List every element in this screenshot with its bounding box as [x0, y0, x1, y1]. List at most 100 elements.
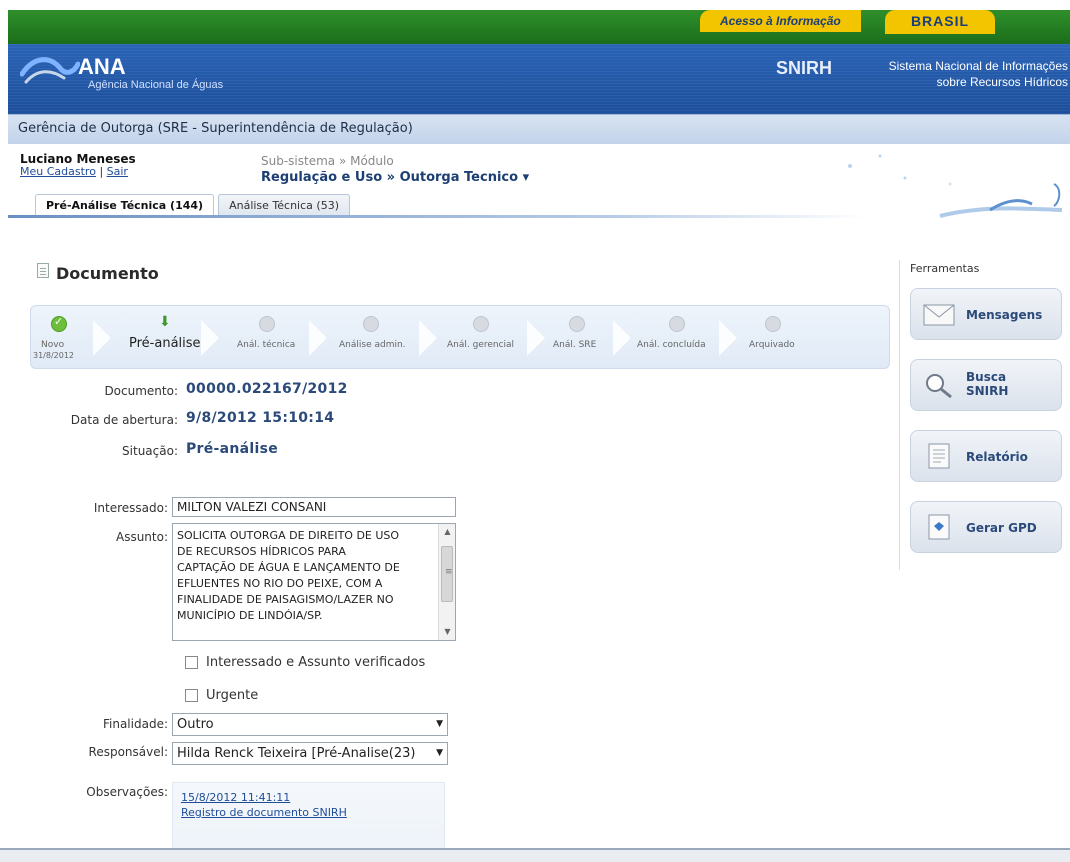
gerar-gpd-button[interactable]: Gerar GPD [910, 501, 1062, 553]
scroll-thumb[interactable]: ≡ [441, 546, 453, 602]
busca-snirh-button[interactable]: Busca SNIRH [910, 359, 1062, 411]
busca-label-line1: Busca [966, 370, 1007, 384]
access-info-link[interactable]: Acesso à Informação [700, 10, 861, 32]
tools-title: Ferramentas [910, 262, 980, 275]
user-links: Meu Cadastro | Sair [20, 165, 128, 178]
step-pending-icon [765, 316, 781, 332]
snirh-text: Sistema Nacional de Informações sobre Re… [853, 58, 1068, 90]
scroll-up-icon[interactable]: ▲ [439, 524, 456, 540]
step-label: Anál. concluída [637, 340, 706, 350]
workflow-progress: Novo 31/8/2012 ⬇ Pré-análise Anál. técni… [30, 305, 890, 369]
assunto-line: DE RECURSOS HÍDRICOS PARA [177, 545, 346, 558]
ana-brand-sub: Agência Nacional de Águas [88, 79, 224, 91]
step-done-icon [51, 315, 67, 332]
tab-analise-tecnica[interactable]: Análise Técnica (53) [218, 194, 350, 216]
finalidade-select[interactable]: Outro ▼ [172, 713, 448, 736]
step-anal-gerencial: Anál. gerencial [447, 306, 531, 370]
data-abertura-value: 9/8/2012 15:10:14 [186, 410, 335, 426]
profile-link[interactable]: Meu Cadastro [20, 165, 96, 178]
step-date: 31/8/2012 [33, 351, 75, 360]
logout-link[interactable]: Sair [107, 165, 128, 178]
step-label: Pré-análise [129, 336, 201, 351]
urgente-label: Urgente [206, 688, 259, 703]
assunto-line: MUNICÍPIO DE LINDÓIA/SP. [177, 609, 323, 622]
step-anal-sre: Anál. SRE [553, 306, 603, 370]
step-arquivado: Arquivado [745, 306, 805, 370]
finalidade-label: Finalidade: [102, 717, 168, 731]
page-title: Documento [56, 264, 159, 283]
chevron-down-icon: ▼ [436, 748, 443, 758]
gpd-icon [928, 514, 950, 540]
section-band: Gerência de Outorga (SRE - Superintendên… [8, 114, 1070, 144]
step-pending-icon [363, 316, 379, 332]
obs-text-link[interactable]: Registro de documento SNIRH [181, 806, 347, 819]
tab-underline [8, 215, 868, 218]
ana-wave-icon [20, 57, 80, 84]
ana-header: ANA Agência Nacional de Águas SNIRH Sist… [8, 44, 1070, 114]
step-pending-icon [259, 316, 275, 332]
verificados-checkbox[interactable] [185, 656, 198, 669]
assunto-line: SOLICITA OUTORGA DE DIREITO DE USO [177, 529, 400, 542]
step-chevron [527, 314, 555, 362]
data-abertura-label: Data de abertura: [70, 413, 178, 427]
step-chevron [201, 314, 229, 362]
step-pending-icon [669, 316, 685, 332]
step-label: Anál. técnica [237, 340, 296, 350]
assunto-scrollbar[interactable]: ▲ ≡ ▼ [438, 524, 455, 640]
situacao-value: Pré-análise [186, 441, 279, 457]
user-name: Luciano Meneses [20, 152, 136, 166]
verificados-row: Interessado e Assunto verificados [185, 655, 425, 670]
step-label: Novo [41, 340, 65, 350]
obs-date-link[interactable]: 15/8/2012 11:41:11 [181, 791, 290, 804]
sidebar-divider [899, 260, 900, 570]
mensagens-button[interactable]: Mensagens [910, 288, 1062, 340]
documento-label: Documento: [104, 384, 178, 398]
breadcrumb-label: Sub-sistema » Módulo [261, 154, 394, 168]
step-chevron [93, 314, 121, 362]
relatorio-label: Relatório [966, 450, 1028, 464]
gerar-gpd-label: Gerar GPD [966, 521, 1037, 535]
scroll-down-icon[interactable]: ▼ [439, 624, 456, 640]
urgente-row: Urgente [185, 688, 258, 703]
responsavel-select[interactable]: Hilda Renck Teixeira [Pré-Analise(23) ▼ [172, 742, 448, 765]
documento-value: 00000.022167/2012 [186, 381, 348, 397]
step-pending-icon [569, 316, 585, 332]
search-icon [926, 374, 952, 398]
step-label: Anál. SRE [553, 340, 597, 350]
assunto-line: EFLUENTES NO RIO DO PEIXE, COM A [177, 577, 383, 590]
arrow-down-icon: ⬇ [159, 314, 171, 330]
step-chevron [309, 314, 337, 362]
busca-label-line2: SNIRH [966, 384, 1009, 398]
observacoes-box: 15/8/2012 11:41:11 Registro de documento… [172, 782, 445, 852]
ana-brand[interactable]: ANA [78, 54, 126, 80]
brasil-link[interactable]: BRASIL [885, 10, 995, 34]
step-pre-analise: ⬇ Pré-análise [125, 306, 205, 370]
assunto-textarea[interactable]: SOLICITA OUTORGA DE DIREITO DE USO DE RE… [172, 523, 456, 641]
step-analise-admin: Análise admin. [339, 306, 419, 370]
finalidade-value: Outro [177, 717, 214, 732]
interessado-input[interactable]: MILTON VALEZI CONSANI [172, 497, 456, 517]
tab-bar: Pré-Análise Técnica (144) Análise Técnic… [35, 194, 350, 216]
responsavel-label: Responsável: [88, 745, 168, 759]
interessado-label: Interessado: [93, 501, 168, 515]
report-icon [928, 443, 950, 469]
section-title: Gerência de Outorga (SRE - Superintendên… [18, 121, 413, 136]
module-selector[interactable]: Regulação e Uso » Outorga Tecnico ▾ [261, 170, 529, 185]
snirh-logo[interactable]: SNIRH [776, 58, 844, 88]
observacoes-label: Observações: [86, 785, 168, 799]
relatorio-button[interactable]: Relatório [910, 430, 1062, 482]
assunto-line: CAPTAÇÃO DE ÁGUA E LANÇAMENTO DE [177, 561, 400, 574]
situacao-label: Situação: [122, 444, 178, 458]
urgente-checkbox[interactable] [185, 689, 198, 702]
step-anal-tecnica: Anál. técnica [229, 306, 299, 370]
footer-bar [0, 848, 1070, 862]
document-icon [37, 263, 49, 278]
assunto-label: Assunto: [115, 530, 168, 544]
snirh-line1: Sistema Nacional de Informações [888, 59, 1068, 73]
step-anal-concluida: Anál. concluída [637, 306, 727, 370]
links-separator: | [99, 165, 104, 178]
assunto-line: FINALIDADE DE PAISAGISMO/LAZER NO [177, 593, 394, 606]
tab-pre-analise[interactable]: Pré-Análise Técnica (144) [35, 194, 215, 216]
step-novo: Novo 31/8/2012 [33, 306, 77, 370]
verificados-label: Interessado e Assunto verificados [206, 655, 426, 670]
